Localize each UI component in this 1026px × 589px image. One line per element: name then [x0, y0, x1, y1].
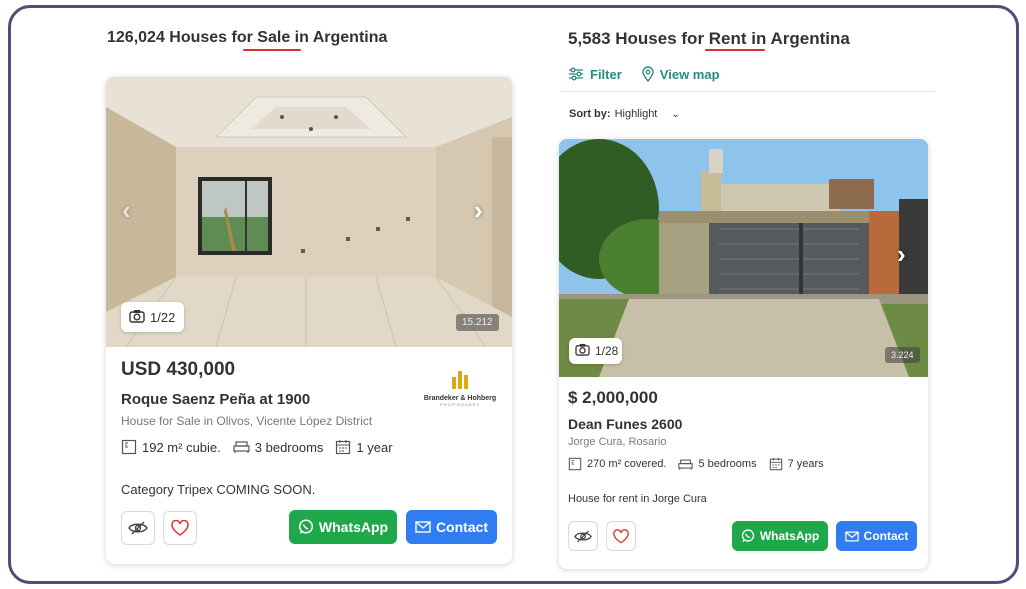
- sale-results-title: 126,024 Houses for Sale in Argentina: [107, 29, 388, 46]
- rent-listing-card[interactable]: › 1/28 3.224 $ 2,000,000 Dean Funes 2600…: [559, 139, 928, 569]
- whatsapp-icon: [298, 519, 313, 534]
- feature-bedrooms: 5 bedrooms: [678, 458, 757, 471]
- filter-button[interactable]: Filter: [568, 66, 622, 82]
- camera-icon: [129, 309, 145, 326]
- sale-listing-photo[interactable]: ‹ › 1/22 15.212: [106, 77, 512, 347]
- photo-counter-text: 1/28: [595, 344, 619, 358]
- listing-address[interactable]: Dean Funes 2600: [568, 416, 682, 432]
- listing-features: 192 m² cubie. 3 bedrooms 1 year: [121, 439, 405, 455]
- listing-ref-badge: 3.224: [885, 347, 920, 363]
- rent-title-underline: [705, 49, 765, 51]
- rent-listing-photo[interactable]: › 1/28 3.224: [559, 139, 928, 377]
- rent-results-title: 5,583 Houses for Rent in Argentina: [568, 29, 850, 48]
- favorite-button[interactable]: [163, 511, 197, 545]
- camera-icon: [575, 343, 590, 359]
- sale-title-underline: [243, 49, 301, 51]
- envelope-icon: [844, 531, 859, 541]
- listing-price: USD 430,000: [121, 359, 236, 380]
- agency-logo[interactable]: Brandeker & Hohberg PROPIEDADES: [422, 369, 498, 407]
- heart-icon: [171, 520, 189, 536]
- contact-button[interactable]: Contact: [406, 510, 497, 544]
- photo-counter-text: 1/22: [150, 309, 176, 325]
- sort-dropdown[interactable]: Sort by: Highlight ⌄: [569, 108, 680, 120]
- agency-logo-icon: [452, 371, 468, 389]
- photo-counter-badge: 1/28: [569, 338, 622, 364]
- listing-price: $ 2,000,000: [568, 388, 658, 407]
- envelope-icon: [415, 521, 431, 533]
- sort-value: Highlight: [614, 108, 658, 120]
- favorite-button[interactable]: [606, 521, 636, 551]
- feature-bedrooms: 3 bedrooms: [233, 440, 323, 455]
- bed-icon: [233, 441, 250, 453]
- calendar-icon: [769, 457, 782, 471]
- contact-button[interactable]: Contact: [836, 521, 917, 551]
- feature-age: 7 years: [769, 457, 824, 471]
- feature-area: 270 m² covered.: [568, 457, 666, 471]
- heart-icon: [613, 528, 629, 544]
- toolbar-divider: [561, 91, 935, 92]
- area-icon: [121, 439, 137, 455]
- whatsapp-icon: [741, 529, 754, 542]
- listing-ref-badge: 15.212: [456, 314, 499, 331]
- chevron-down-icon: ⌄: [671, 108, 680, 120]
- listing-description: House for rent in Jorge Cura: [568, 493, 707, 505]
- eye-slash-icon: [574, 530, 592, 542]
- next-photo-chevron-icon[interactable]: ›: [474, 195, 483, 226]
- prev-photo-chevron-icon[interactable]: ‹: [122, 195, 131, 226]
- area-icon: [568, 457, 582, 471]
- eye-slash-icon: [128, 521, 148, 535]
- screenshot-frame: 126,024 Houses for Sale in Argentina ‹ ›…: [8, 5, 1019, 584]
- hide-listing-button[interactable]: [568, 521, 598, 551]
- agency-name: Brandeker & Hohberg: [423, 395, 497, 402]
- hide-listing-button[interactable]: [121, 511, 155, 545]
- map-pin-icon: [642, 66, 654, 82]
- feature-area: 192 m² cubie.: [121, 439, 221, 455]
- listing-description: Category Tripex COMING SOON.: [121, 482, 316, 497]
- whatsapp-button[interactable]: WhatsApp: [732, 521, 828, 551]
- results-toolbar: Filter View map: [568, 66, 720, 82]
- calendar-icon: [336, 440, 351, 455]
- listing-subtitle: Jorge Cura, Rosario: [568, 436, 667, 448]
- whatsapp-button[interactable]: WhatsApp: [289, 510, 397, 544]
- filter-sliders-icon: [569, 67, 583, 81]
- photo-counter-badge: 1/22: [121, 302, 184, 332]
- view-map-button[interactable]: View map: [642, 66, 720, 82]
- feature-age: 1 year: [335, 439, 393, 455]
- bed-icon: [678, 459, 694, 470]
- listing-features: 270 m² covered. 5 bedrooms 7 years: [568, 457, 836, 471]
- listing-subtitle: House for Sale in Olivos, Vicente López …: [121, 414, 373, 428]
- next-photo-chevron-icon[interactable]: ›: [897, 239, 906, 270]
- sale-listing-card[interactable]: ‹ › 1/22 15.212 USD 430,000 Roque Saenz …: [106, 77, 512, 564]
- agency-tag: PROPIEDADES: [440, 402, 480, 407]
- listing-address[interactable]: Roque Saenz Peña at 1900: [121, 391, 310, 408]
